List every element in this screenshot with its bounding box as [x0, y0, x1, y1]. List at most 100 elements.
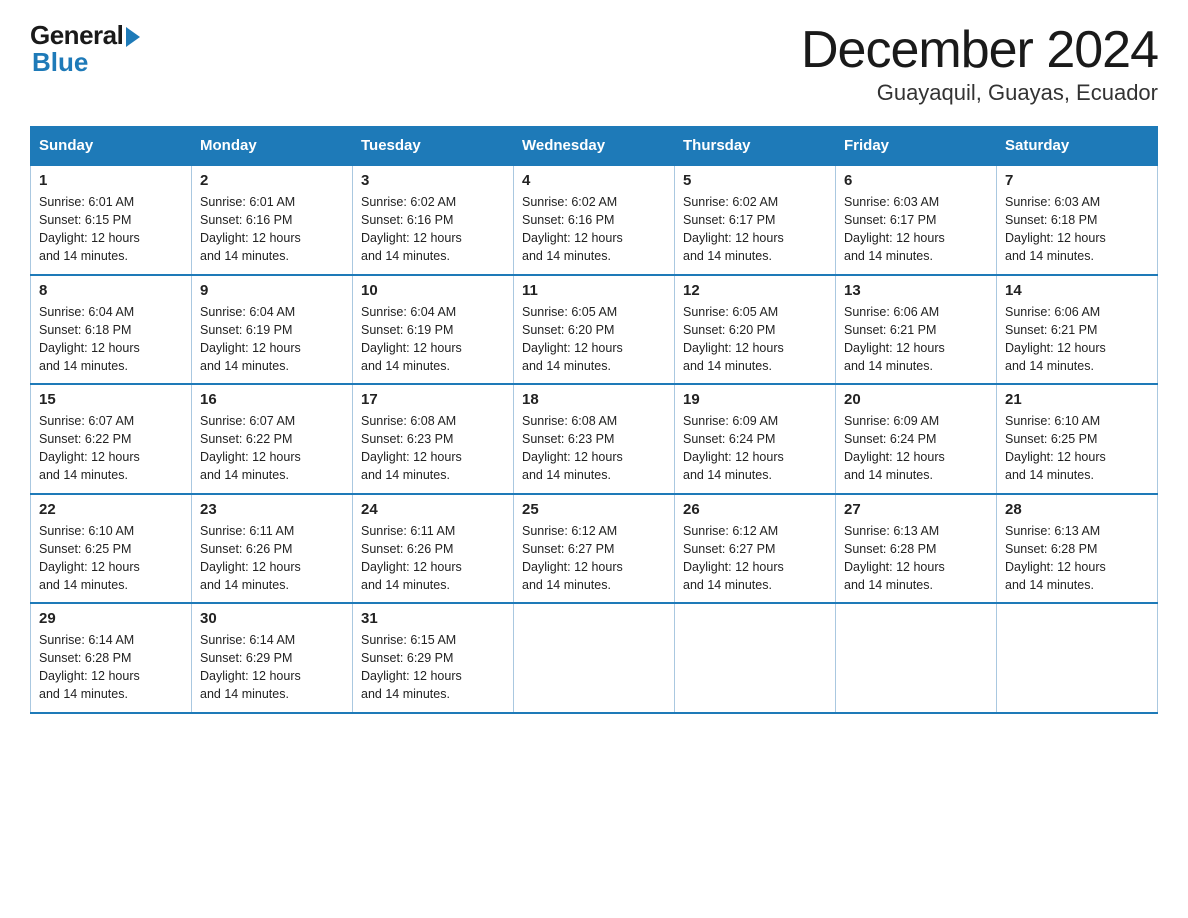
- calendar-cell: 2 Sunrise: 6:01 AMSunset: 6:16 PMDayligh…: [192, 165, 353, 275]
- calendar-cell: 21 Sunrise: 6:10 AMSunset: 6:25 PMDaylig…: [997, 384, 1158, 494]
- day-number: 25: [522, 501, 666, 518]
- calendar-cell: [836, 603, 997, 713]
- day-info: Sunrise: 6:04 AMSunset: 6:19 PMDaylight:…: [200, 303, 344, 376]
- calendar-header-saturday: Saturday: [997, 127, 1158, 166]
- calendar-cell: 24 Sunrise: 6:11 AMSunset: 6:26 PMDaylig…: [353, 494, 514, 604]
- calendar-cell: 29 Sunrise: 6:14 AMSunset: 6:28 PMDaylig…: [31, 603, 192, 713]
- day-number: 18: [522, 391, 666, 408]
- day-number: 27: [844, 501, 988, 518]
- day-number: 3: [361, 172, 505, 189]
- calendar-cell: 27 Sunrise: 6:13 AMSunset: 6:28 PMDaylig…: [836, 494, 997, 604]
- day-info: Sunrise: 6:04 AMSunset: 6:19 PMDaylight:…: [361, 303, 505, 376]
- calendar-cell: 23 Sunrise: 6:11 AMSunset: 6:26 PMDaylig…: [192, 494, 353, 604]
- calendar-header-sunday: Sunday: [31, 127, 192, 166]
- day-info: Sunrise: 6:14 AMSunset: 6:28 PMDaylight:…: [39, 631, 183, 704]
- day-info: Sunrise: 6:05 AMSunset: 6:20 PMDaylight:…: [522, 303, 666, 376]
- day-number: 20: [844, 391, 988, 408]
- day-info: Sunrise: 6:02 AMSunset: 6:17 PMDaylight:…: [683, 193, 827, 266]
- calendar-header-thursday: Thursday: [675, 127, 836, 166]
- day-number: 1: [39, 172, 183, 189]
- calendar-week-row: 1 Sunrise: 6:01 AMSunset: 6:15 PMDayligh…: [31, 165, 1158, 275]
- calendar-cell: [514, 603, 675, 713]
- day-info: Sunrise: 6:11 AMSunset: 6:26 PMDaylight:…: [200, 522, 344, 595]
- day-number: 12: [683, 282, 827, 299]
- calendar-cell: [675, 603, 836, 713]
- calendar-header-wednesday: Wednesday: [514, 127, 675, 166]
- day-number: 30: [200, 610, 344, 627]
- calendar-cell: 18 Sunrise: 6:08 AMSunset: 6:23 PMDaylig…: [514, 384, 675, 494]
- day-number: 8: [39, 282, 183, 299]
- logo-blue-text: Blue: [32, 47, 88, 78]
- calendar-cell: 30 Sunrise: 6:14 AMSunset: 6:29 PMDaylig…: [192, 603, 353, 713]
- calendar-cell: 11 Sunrise: 6:05 AMSunset: 6:20 PMDaylig…: [514, 275, 675, 385]
- calendar-cell: 20 Sunrise: 6:09 AMSunset: 6:24 PMDaylig…: [836, 384, 997, 494]
- logo-triangle-icon: [126, 27, 140, 47]
- calendar-cell: 14 Sunrise: 6:06 AMSunset: 6:21 PMDaylig…: [997, 275, 1158, 385]
- day-number: 14: [1005, 282, 1149, 299]
- day-number: 9: [200, 282, 344, 299]
- calendar-cell: 13 Sunrise: 6:06 AMSunset: 6:21 PMDaylig…: [836, 275, 997, 385]
- day-number: 26: [683, 501, 827, 518]
- calendar-cell: 26 Sunrise: 6:12 AMSunset: 6:27 PMDaylig…: [675, 494, 836, 604]
- day-info: Sunrise: 6:12 AMSunset: 6:27 PMDaylight:…: [683, 522, 827, 595]
- calendar-cell: 8 Sunrise: 6:04 AMSunset: 6:18 PMDayligh…: [31, 275, 192, 385]
- calendar-header-friday: Friday: [836, 127, 997, 166]
- logo: General Blue: [30, 20, 140, 78]
- day-number: 4: [522, 172, 666, 189]
- day-info: Sunrise: 6:15 AMSunset: 6:29 PMDaylight:…: [361, 631, 505, 704]
- day-number: 31: [361, 610, 505, 627]
- day-number: 16: [200, 391, 344, 408]
- day-number: 29: [39, 610, 183, 627]
- calendar-cell: 10 Sunrise: 6:04 AMSunset: 6:19 PMDaylig…: [353, 275, 514, 385]
- calendar-week-row: 22 Sunrise: 6:10 AMSunset: 6:25 PMDaylig…: [31, 494, 1158, 604]
- title-area: December 2024 Guayaquil, Guayas, Ecuador: [801, 20, 1158, 106]
- day-info: Sunrise: 6:02 AMSunset: 6:16 PMDaylight:…: [522, 193, 666, 266]
- day-info: Sunrise: 6:09 AMSunset: 6:24 PMDaylight:…: [683, 412, 827, 485]
- day-info: Sunrise: 6:06 AMSunset: 6:21 PMDaylight:…: [844, 303, 988, 376]
- calendar-cell: 6 Sunrise: 6:03 AMSunset: 6:17 PMDayligh…: [836, 165, 997, 275]
- day-number: 10: [361, 282, 505, 299]
- calendar-table: SundayMondayTuesdayWednesdayThursdayFrid…: [30, 126, 1158, 714]
- day-info: Sunrise: 6:10 AMSunset: 6:25 PMDaylight:…: [39, 522, 183, 595]
- day-number: 6: [844, 172, 988, 189]
- day-info: Sunrise: 6:09 AMSunset: 6:24 PMDaylight:…: [844, 412, 988, 485]
- calendar-header-row: SundayMondayTuesdayWednesdayThursdayFrid…: [31, 127, 1158, 166]
- day-number: 17: [361, 391, 505, 408]
- day-number: 15: [39, 391, 183, 408]
- month-title: December 2024: [801, 20, 1158, 80]
- day-info: Sunrise: 6:07 AMSunset: 6:22 PMDaylight:…: [39, 412, 183, 485]
- calendar-cell: 22 Sunrise: 6:10 AMSunset: 6:25 PMDaylig…: [31, 494, 192, 604]
- day-info: Sunrise: 6:06 AMSunset: 6:21 PMDaylight:…: [1005, 303, 1149, 376]
- day-info: Sunrise: 6:13 AMSunset: 6:28 PMDaylight:…: [844, 522, 988, 595]
- day-number: 2: [200, 172, 344, 189]
- day-number: 13: [844, 282, 988, 299]
- calendar-cell: [997, 603, 1158, 713]
- calendar-cell: 1 Sunrise: 6:01 AMSunset: 6:15 PMDayligh…: [31, 165, 192, 275]
- calendar-cell: 4 Sunrise: 6:02 AMSunset: 6:16 PMDayligh…: [514, 165, 675, 275]
- day-number: 28: [1005, 501, 1149, 518]
- calendar-week-row: 29 Sunrise: 6:14 AMSunset: 6:28 PMDaylig…: [31, 603, 1158, 713]
- calendar-cell: 9 Sunrise: 6:04 AMSunset: 6:19 PMDayligh…: [192, 275, 353, 385]
- calendar-week-row: 8 Sunrise: 6:04 AMSunset: 6:18 PMDayligh…: [31, 275, 1158, 385]
- day-info: Sunrise: 6:02 AMSunset: 6:16 PMDaylight:…: [361, 193, 505, 266]
- day-info: Sunrise: 6:13 AMSunset: 6:28 PMDaylight:…: [1005, 522, 1149, 595]
- calendar-cell: 16 Sunrise: 6:07 AMSunset: 6:22 PMDaylig…: [192, 384, 353, 494]
- day-info: Sunrise: 6:04 AMSunset: 6:18 PMDaylight:…: [39, 303, 183, 376]
- day-number: 24: [361, 501, 505, 518]
- day-number: 11: [522, 282, 666, 299]
- calendar-cell: 12 Sunrise: 6:05 AMSunset: 6:20 PMDaylig…: [675, 275, 836, 385]
- page-header: General Blue December 2024 Guayaquil, Gu…: [30, 20, 1158, 106]
- calendar-cell: 3 Sunrise: 6:02 AMSunset: 6:16 PMDayligh…: [353, 165, 514, 275]
- calendar-cell: 25 Sunrise: 6:12 AMSunset: 6:27 PMDaylig…: [514, 494, 675, 604]
- calendar-header-monday: Monday: [192, 127, 353, 166]
- calendar-week-row: 15 Sunrise: 6:07 AMSunset: 6:22 PMDaylig…: [31, 384, 1158, 494]
- day-info: Sunrise: 6:14 AMSunset: 6:29 PMDaylight:…: [200, 631, 344, 704]
- day-number: 19: [683, 391, 827, 408]
- calendar-cell: 15 Sunrise: 6:07 AMSunset: 6:22 PMDaylig…: [31, 384, 192, 494]
- calendar-cell: 17 Sunrise: 6:08 AMSunset: 6:23 PMDaylig…: [353, 384, 514, 494]
- day-number: 22: [39, 501, 183, 518]
- day-number: 21: [1005, 391, 1149, 408]
- day-number: 7: [1005, 172, 1149, 189]
- day-info: Sunrise: 6:01 AMSunset: 6:15 PMDaylight:…: [39, 193, 183, 266]
- calendar-cell: 19 Sunrise: 6:09 AMSunset: 6:24 PMDaylig…: [675, 384, 836, 494]
